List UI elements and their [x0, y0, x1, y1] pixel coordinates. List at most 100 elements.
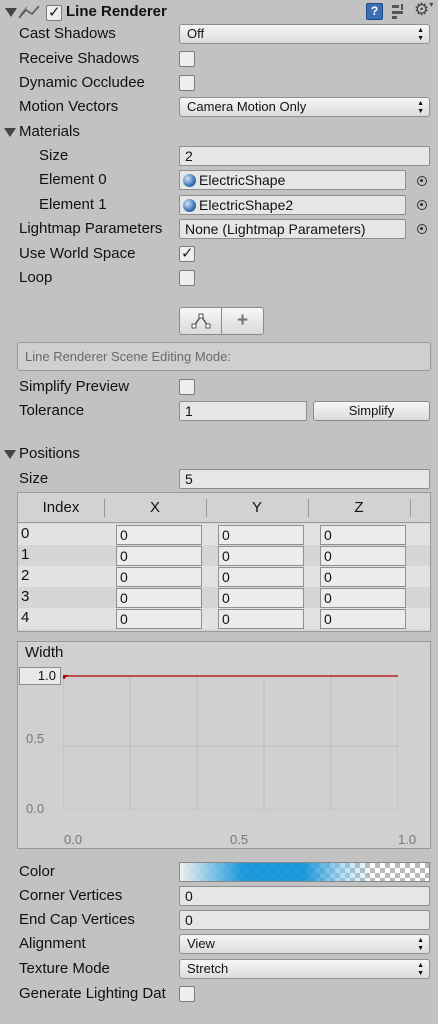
position-z-field[interactable]: 0 — [320, 567, 406, 587]
material-element-1-value: ElectricShape2 — [199, 197, 294, 213]
receive-shadows-checkbox[interactable] — [179, 51, 195, 67]
loop-label: Loop — [19, 269, 53, 286]
material-sphere-icon — [183, 199, 196, 212]
end-cap-vertices-label: End Cap Vertices — [19, 911, 135, 928]
dropdown-arrow-icon: ▲ ▼ — [417, 937, 424, 952]
position-z-field[interactable]: 0 — [320, 609, 406, 629]
motion-vectors-dropdown[interactable]: Camera Motion Only ▲ ▼ — [179, 97, 430, 117]
position-y-field[interactable]: 0 — [218, 525, 304, 545]
use-world-space-checkbox[interactable]: ✓ — [179, 245, 195, 262]
row-index: 0 — [21, 525, 30, 542]
cast-shadows-dropdown[interactable]: Off ▲ ▼ — [179, 24, 430, 44]
generate-lighting-data-checkbox[interactable] — [179, 986, 195, 1002]
edit-points-icon — [191, 313, 210, 329]
tolerance-field[interactable]: 1 — [179, 401, 307, 421]
dropdown-arrow-icon: ▲ ▼ — [417, 100, 424, 115]
object-picker-icon[interactable] — [417, 224, 427, 234]
materials-size-field[interactable]: 2 — [179, 146, 430, 166]
simplify-preview-checkbox[interactable] — [179, 379, 195, 395]
generate-lighting-data-label: Generate Lighting Dat — [19, 985, 166, 1002]
motion-vectors-label: Motion Vectors — [19, 98, 119, 115]
edit-points-button[interactable] — [179, 307, 222, 335]
object-picker-icon[interactable] — [417, 176, 427, 186]
table-row[interactable]: 3 0 0 0 — [18, 587, 430, 608]
position-x-field[interactable]: 0 — [116, 609, 202, 629]
column-header-z[interactable]: Z — [308, 499, 410, 516]
positions-foldout-arrow[interactable] — [4, 450, 16, 459]
plus-icon: + — [236, 310, 249, 331]
dynamic-occludee-label: Dynamic Occludee — [19, 74, 145, 91]
component-title: Line Renderer — [66, 3, 167, 20]
curve-key-icon[interactable] — [63, 675, 69, 680]
column-header-y[interactable]: Y — [206, 499, 308, 516]
width-curve-editor[interactable]: Width 1.0 0.5 0.0 0.0 0.5 1.0 — [17, 641, 431, 849]
column-header-x[interactable]: X — [104, 499, 206, 516]
material-element-0-value: ElectricShape — [199, 172, 286, 188]
dropdown-arrow-icon: ▲ ▼ — [417, 962, 424, 977]
row-index: 4 — [21, 609, 30, 626]
column-header-index[interactable]: Index — [18, 499, 104, 516]
material-element-0-label: Element 0 — [39, 171, 107, 188]
component-foldout-arrow[interactable] — [5, 8, 17, 17]
help-icon[interactable]: ? — [366, 3, 383, 20]
tolerance-label: Tolerance — [19, 402, 85, 419]
simplify-button[interactable]: Simplify — [313, 401, 430, 421]
positions-size-field[interactable]: 5 — [179, 469, 430, 489]
use-world-space-label: Use World Space — [19, 245, 136, 262]
component-enabled-checkbox[interactable]: ✓ — [46, 4, 62, 21]
alignment-label: Alignment — [19, 935, 86, 952]
table-row[interactable]: 1 0 0 0 — [18, 545, 430, 566]
column-divider[interactable] — [206, 499, 207, 517]
column-divider[interactable] — [308, 499, 309, 517]
end-cap-vertices-field[interactable]: 0 — [179, 910, 430, 930]
create-points-button[interactable]: + — [221, 307, 264, 335]
component-header: ✓ Line Renderer ? ⚙▾ — [0, 0, 438, 24]
x-tick-label: 1.0 — [398, 832, 417, 847]
position-x-field[interactable]: 0 — [116, 525, 202, 545]
check-icon: ✓ — [48, 4, 61, 21]
alignment-value: View — [187, 936, 215, 951]
texture-mode-dropdown[interactable]: Stretch ▲ ▼ — [179, 959, 430, 979]
scene-editing-mode-label: Line Renderer Scene Editing Mode: — [25, 349, 231, 364]
position-y-field[interactable]: 0 — [218, 546, 304, 566]
column-divider[interactable] — [410, 499, 411, 517]
position-z-field[interactable]: 0 — [320, 525, 406, 545]
width-value-field[interactable]: 1.0 — [19, 667, 61, 685]
position-y-field[interactable]: 0 — [218, 588, 304, 608]
color-gradient-field[interactable] — [179, 862, 430, 882]
material-element-1-field[interactable]: ElectricShape2 — [179, 195, 406, 215]
lightmap-parameters-field[interactable]: None (Lightmap Parameters) — [179, 219, 406, 239]
table-row[interactable]: 2 0 0 0 — [18, 566, 430, 587]
x-tick-label: 0.0 — [64, 832, 83, 847]
material-element-0-field[interactable]: ElectricShape — [179, 170, 406, 190]
cast-shadows-label: Cast Shadows — [19, 25, 116, 42]
row-index: 2 — [21, 567, 30, 584]
loop-checkbox[interactable] — [179, 270, 195, 286]
cast-shadows-value: Off — [187, 26, 205, 41]
position-y-field[interactable]: 0 — [218, 609, 304, 629]
materials-size-label: Size — [39, 147, 69, 164]
check-icon: ✓ — [181, 245, 194, 262]
materials-foldout-arrow[interactable] — [4, 128, 16, 137]
positions-size-label: Size — [19, 470, 49, 487]
alignment-dropdown[interactable]: View ▲ ▼ — [179, 934, 430, 954]
table-row[interactable]: 4 0 0 0 — [18, 608, 430, 629]
y-tick-label: 0.0 — [26, 801, 45, 816]
position-x-field[interactable]: 0 — [116, 567, 202, 587]
positions-table: Index X Y Z 0 0 0 0 1 0 0 0 2 0 0 0 3 0 — [17, 492, 431, 632]
position-z-field[interactable]: 0 — [320, 588, 406, 608]
position-z-field[interactable]: 0 — [320, 546, 406, 566]
corner-vertices-field[interactable]: 0 — [179, 886, 430, 906]
table-row[interactable]: 0 0 0 0 — [18, 524, 430, 545]
object-picker-icon[interactable] — [417, 200, 427, 210]
material-sphere-icon — [183, 174, 196, 187]
column-divider[interactable] — [104, 499, 105, 517]
gear-icon[interactable]: ⚙▾ — [414, 0, 433, 20]
lightmap-parameters-label: Lightmap Parameters — [19, 220, 163, 237]
width-curve-label: Width — [25, 644, 64, 661]
position-x-field[interactable]: 0 — [116, 588, 202, 608]
dynamic-occludee-checkbox[interactable] — [179, 75, 195, 91]
preset-icon[interactable] — [391, 3, 407, 20]
position-x-field[interactable]: 0 — [116, 546, 202, 566]
position-y-field[interactable]: 0 — [218, 567, 304, 587]
